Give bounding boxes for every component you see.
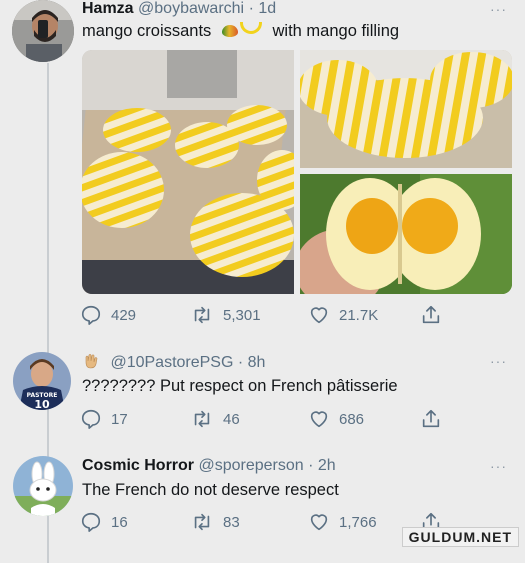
author-handle[interactable]: @sporeperson bbox=[198, 457, 303, 474]
retweet-count: 46 bbox=[223, 410, 240, 428]
author-handle[interactable]: @boybawarchi bbox=[138, 0, 244, 17]
share-icon bbox=[422, 409, 440, 428]
author-name[interactable]: Cosmic Horror bbox=[82, 457, 194, 474]
share-button[interactable] bbox=[420, 408, 442, 430]
like-button[interactable]: 686 bbox=[308, 408, 364, 430]
retweet-button[interactable]: 5,301 bbox=[190, 304, 261, 326]
like-button[interactable]: 21.7K bbox=[308, 304, 378, 326]
more-options-icon[interactable]: ··· bbox=[490, 1, 507, 17]
share-button[interactable] bbox=[420, 304, 442, 326]
more-options-icon[interactable]: ··· bbox=[490, 353, 507, 369]
retweet-icon bbox=[194, 306, 210, 324]
media-grid bbox=[82, 50, 512, 294]
croissant-closeup-photo[interactable] bbox=[300, 50, 512, 168]
tweet-time[interactable]: · 2h bbox=[308, 457, 336, 474]
reply-count: 17 bbox=[111, 410, 128, 428]
more-options-icon[interactable]: ··· bbox=[490, 458, 507, 474]
retweet-icon bbox=[194, 513, 210, 531]
like-count: 21.7K bbox=[339, 306, 379, 324]
reply-button[interactable]: 429 bbox=[80, 304, 136, 326]
reply-count: 16 bbox=[111, 513, 128, 531]
retweet-button[interactable]: 46 bbox=[190, 408, 240, 430]
share-icon bbox=[422, 305, 440, 324]
retweet-count: 5,301 bbox=[223, 306, 261, 324]
author-name[interactable]: Hamza bbox=[82, 0, 134, 17]
waving-hand-emoji bbox=[85, 353, 98, 369]
tweet-2-text: ???????? Put respect on French pâtisseri… bbox=[82, 377, 398, 395]
reply-count: 429 bbox=[111, 306, 137, 324]
jersey-number: 10 bbox=[34, 398, 50, 410]
heart-icon bbox=[310, 514, 328, 531]
tweet-1-header: Hamza @boybawarchi · 1d bbox=[82, 0, 276, 18]
avatar-cosmic-horror[interactable] bbox=[13, 456, 73, 516]
tweet-3-text: The French do not deserve respect bbox=[82, 481, 339, 499]
reply-icon bbox=[81, 512, 101, 532]
heart-icon bbox=[310, 307, 328, 324]
heart-icon bbox=[310, 411, 328, 428]
avatar-hamza[interactable] bbox=[12, 0, 74, 62]
tweet-1-text: mango croissants with mango filling bbox=[82, 22, 399, 41]
tweet-text-part: mango croissants bbox=[82, 22, 212, 40]
tweet-time[interactable]: · 8h bbox=[238, 354, 266, 371]
croissant-tray-photo[interactable] bbox=[82, 50, 294, 294]
reply-icon bbox=[81, 305, 101, 325]
mango-emoji bbox=[221, 25, 238, 37]
retweet-count: 83 bbox=[223, 513, 240, 531]
banana-emoji bbox=[239, 22, 262, 34]
tweet-2-header: @10PastorePSG · 8h bbox=[82, 352, 265, 372]
retweet-icon bbox=[194, 410, 210, 428]
reply-icon bbox=[81, 409, 101, 429]
author-handle[interactable]: @10PastorePSG bbox=[110, 354, 233, 371]
like-count: 686 bbox=[339, 410, 365, 428]
avatar-pastore[interactable]: PASTORE 10 bbox=[13, 352, 71, 410]
reply-button[interactable]: 16 bbox=[80, 511, 128, 533]
reply-button[interactable]: 17 bbox=[80, 408, 128, 430]
croissant-filling-photo[interactable] bbox=[300, 174, 512, 294]
retweet-button[interactable]: 83 bbox=[190, 511, 240, 533]
tweet-time[interactable]: · 1d bbox=[249, 0, 277, 17]
like-button[interactable]: 1,766 bbox=[308, 511, 377, 533]
tweet-2-actions: 17 46 686 bbox=[80, 408, 510, 434]
tweet-text-part: with mango filling bbox=[272, 22, 400, 40]
tweet-1-actions: 429 5,301 21.7K bbox=[80, 304, 510, 330]
like-count: 1,766 bbox=[339, 513, 377, 531]
watermark: GULDUM.NET bbox=[401, 527, 519, 547]
tweet-3-header: Cosmic Horror @sporeperson · 2h bbox=[82, 457, 336, 475]
